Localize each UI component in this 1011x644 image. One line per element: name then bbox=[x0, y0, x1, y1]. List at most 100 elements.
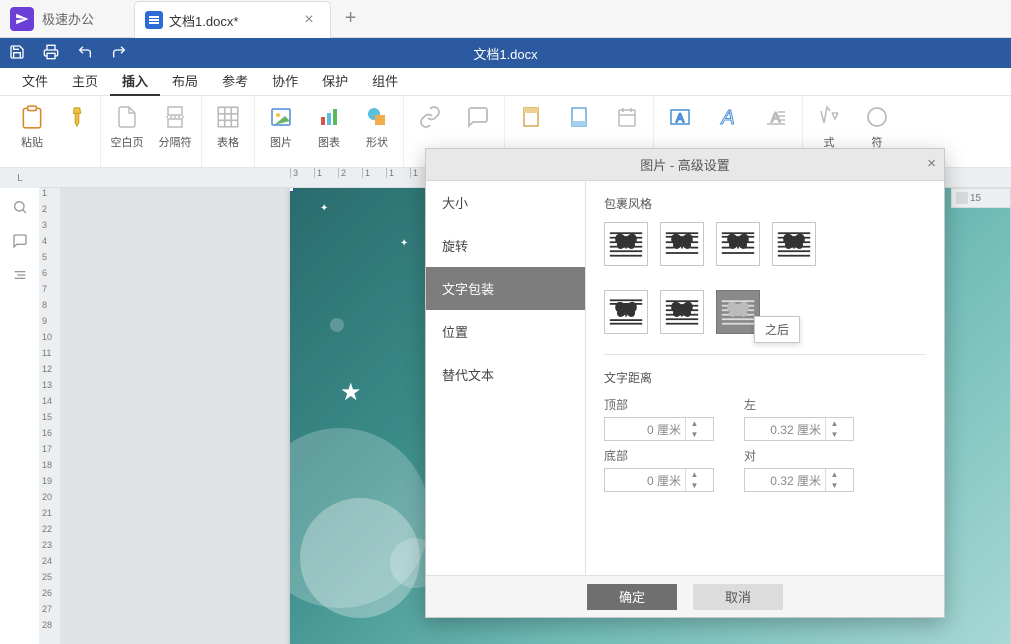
wordart-icon: A bbox=[713, 102, 743, 132]
spin-down-icon[interactable]: ▼ bbox=[826, 429, 843, 440]
dialog-nav-item-0[interactable]: 大小 bbox=[426, 181, 585, 224]
menu-item-0[interactable]: 文件 bbox=[10, 68, 60, 96]
image-advanced-settings-dialog: 图片 - 高级设置 × 大小旋转文字包装位置替代文本 包裹风格 之后 文字距离 … bbox=[425, 148, 945, 618]
chart-button[interactable]: 图表 bbox=[311, 102, 347, 150]
dist-right-input[interactable]: ▲▼ bbox=[744, 468, 854, 492]
bubble-decoration bbox=[330, 318, 344, 332]
shape-button[interactable]: 形状 bbox=[359, 102, 395, 150]
page-break-button[interactable]: 分隔符 bbox=[157, 102, 193, 150]
wrap-style-label: 包裹风格 bbox=[604, 195, 926, 212]
dialog-nav-item-1[interactable]: 旋转 bbox=[426, 224, 585, 267]
star-decoration-icon: ★ bbox=[340, 378, 362, 407]
dialog-footer: 确定 取消 bbox=[426, 575, 944, 617]
dialog-content: 包裹风格 之后 文字距离 顶部 ▲▼ 左 ▲▼ bbox=[586, 181, 944, 575]
menu-item-5[interactable]: 协作 bbox=[260, 68, 310, 96]
strip-icon bbox=[956, 192, 968, 204]
outline-icon[interactable] bbox=[11, 266, 29, 284]
wrap-option-1[interactable] bbox=[660, 222, 704, 266]
wrap-option-5[interactable] bbox=[660, 290, 704, 334]
spin-down-icon[interactable]: ▼ bbox=[826, 480, 843, 491]
print-icon[interactable] bbox=[34, 44, 68, 63]
link-button[interactable] bbox=[412, 102, 448, 132]
dialog-nav-item-2[interactable]: 文字包装 bbox=[426, 267, 585, 310]
date-button[interactable] bbox=[609, 102, 645, 132]
redo-icon[interactable] bbox=[102, 44, 136, 63]
dialog-nav-item-4[interactable]: 替代文本 bbox=[426, 353, 585, 396]
spin-up-icon[interactable]: ▲ bbox=[686, 469, 703, 480]
page-break-icon bbox=[160, 102, 190, 132]
spin-up-icon[interactable]: ▲ bbox=[826, 418, 843, 429]
link-icon bbox=[415, 102, 445, 132]
dist-right-label: 对 bbox=[744, 447, 854, 464]
menu-item-1[interactable]: 主页 bbox=[60, 68, 110, 96]
svg-text:A: A bbox=[676, 111, 684, 125]
comments-panel-icon[interactable] bbox=[11, 232, 29, 250]
symbol-button[interactable]: 符 bbox=[859, 102, 895, 150]
star-decoration-icon: ✦ bbox=[320, 203, 328, 214]
dialog-nav: 大小旋转文字包装位置替代文本 bbox=[426, 181, 586, 575]
comment-icon bbox=[463, 102, 493, 132]
dialog-title: 图片 - 高级设置 bbox=[640, 155, 730, 174]
vertical-ruler: 1234567891011121314151617181920212223242… bbox=[40, 188, 60, 644]
resize-handle-nw[interactable] bbox=[290, 188, 294, 192]
table-button[interactable]: 表格 bbox=[210, 102, 246, 150]
image-button[interactable]: 图片 bbox=[263, 102, 299, 150]
text-distance-label: 文字距离 bbox=[604, 369, 926, 386]
document-tab[interactable]: 文档1.docx* × bbox=[134, 1, 331, 39]
spin-down-icon[interactable]: ▼ bbox=[686, 429, 703, 440]
blank-page-button[interactable]: 空白页 bbox=[109, 102, 145, 150]
menu-item-7[interactable]: 组件 bbox=[360, 68, 410, 96]
quick-access-bar: 文档1.docx bbox=[0, 38, 1011, 68]
footer-icon bbox=[564, 102, 594, 132]
dist-bottom-input[interactable]: ▲▼ bbox=[604, 468, 714, 492]
wrap-option-4[interactable] bbox=[604, 290, 648, 334]
dialog-close-icon[interactable]: × bbox=[927, 155, 936, 172]
ruler-corner: L bbox=[0, 168, 40, 188]
spin-up-icon[interactable]: ▲ bbox=[686, 418, 703, 429]
menu-item-2[interactable]: 插入 bbox=[110, 68, 160, 96]
ok-button[interactable]: 确定 bbox=[587, 584, 677, 610]
header-button[interactable] bbox=[513, 102, 549, 132]
paste-icon bbox=[17, 102, 47, 132]
symbol-icon bbox=[862, 102, 892, 132]
format-painter-button[interactable] bbox=[62, 102, 92, 150]
brush-icon bbox=[62, 102, 92, 132]
spin-down-icon[interactable]: ▼ bbox=[686, 480, 703, 491]
dist-top-label: 顶部 bbox=[604, 396, 714, 413]
dropcap-button[interactable]: A bbox=[758, 102, 794, 132]
search-icon[interactable] bbox=[11, 198, 29, 216]
wrap-option-2[interactable] bbox=[716, 222, 760, 266]
dist-bottom-label: 底部 bbox=[604, 447, 714, 464]
menu-bar: 文件主页插入布局参考协作保护组件 bbox=[0, 68, 1011, 96]
text-distance-section: 文字距离 顶部 ▲▼ 左 ▲▼ 底部 ▲▼ bbox=[604, 354, 926, 492]
spin-up-icon[interactable]: ▲ bbox=[826, 469, 843, 480]
menu-item-3[interactable]: 布局 bbox=[160, 68, 210, 96]
dialog-title-bar[interactable]: 图片 - 高级设置 × bbox=[426, 149, 944, 181]
chart-icon bbox=[314, 102, 344, 132]
title-bar: 极速办公 文档1.docx* × + bbox=[0, 0, 1011, 38]
right-ruler-strip: 15 bbox=[951, 188, 1011, 208]
dist-left-label: 左 bbox=[744, 396, 854, 413]
add-tab-button[interactable]: + bbox=[331, 7, 371, 30]
textbox-button[interactable]: A bbox=[662, 102, 698, 132]
doc-icon bbox=[145, 11, 163, 29]
equation-button[interactable]: 式 bbox=[811, 102, 847, 150]
undo-icon[interactable] bbox=[68, 44, 102, 63]
wordart-button[interactable]: A bbox=[710, 102, 746, 132]
dist-top-input[interactable]: ▲▼ bbox=[604, 417, 714, 441]
footer-button[interactable] bbox=[561, 102, 597, 132]
wrap-option-0[interactable] bbox=[604, 222, 648, 266]
wrap-option-3[interactable] bbox=[772, 222, 816, 266]
menu-item-6[interactable]: 保护 bbox=[310, 68, 360, 96]
paste-button[interactable]: 粘贴 bbox=[14, 102, 50, 150]
dist-left-input[interactable]: ▲▼ bbox=[744, 417, 854, 441]
menu-item-4[interactable]: 参考 bbox=[210, 68, 260, 96]
tab-close-icon[interactable]: × bbox=[298, 11, 319, 29]
wrap-style-grid: 之后 bbox=[604, 222, 926, 334]
save-icon[interactable] bbox=[0, 44, 34, 63]
app-name: 极速办公 bbox=[42, 9, 94, 28]
header-icon bbox=[516, 102, 546, 132]
cancel-button[interactable]: 取消 bbox=[693, 584, 783, 610]
comment-button[interactable] bbox=[460, 102, 496, 132]
dialog-nav-item-3[interactable]: 位置 bbox=[426, 310, 585, 353]
